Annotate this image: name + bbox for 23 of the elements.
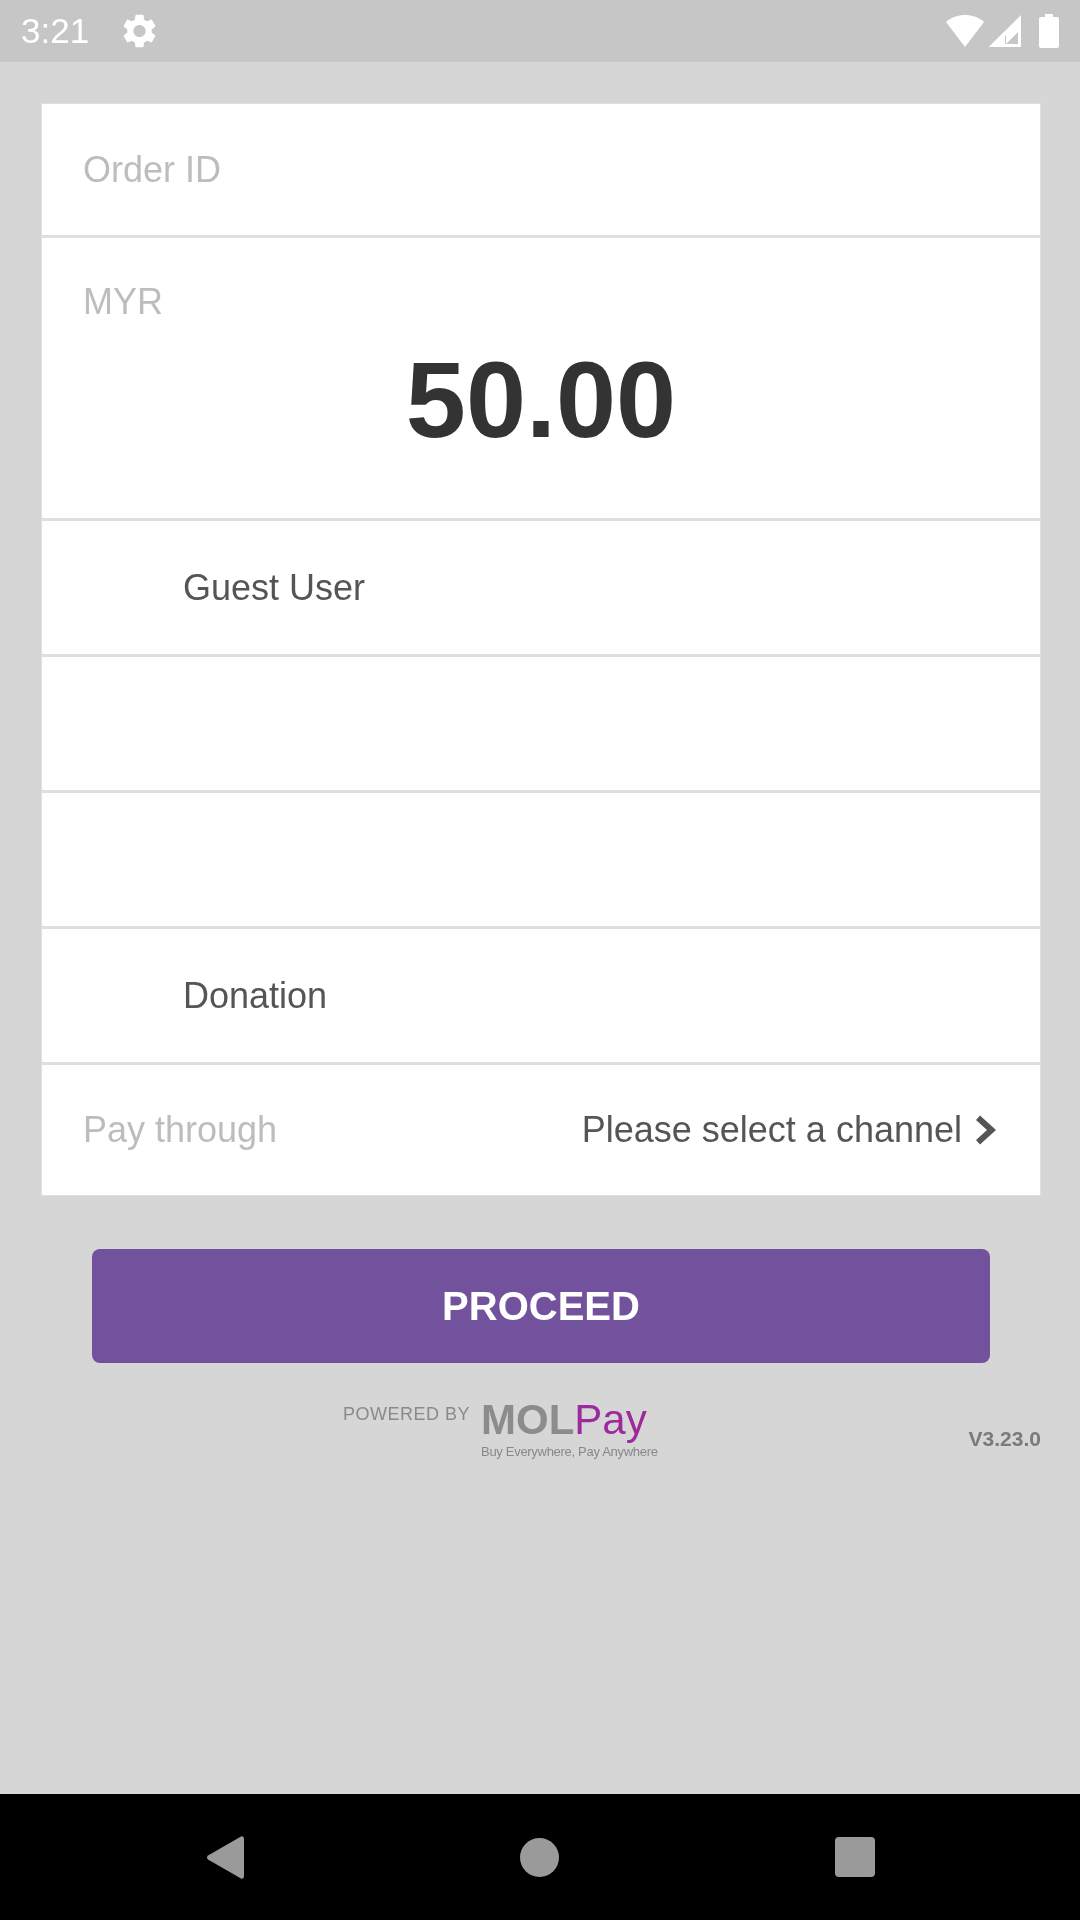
settings-icon bbox=[123, 14, 157, 48]
version-text: V3.23.0 bbox=[968, 1427, 1041, 1451]
input-field[interactable]: Order ID bbox=[42, 104, 1040, 235]
logo-tagline: Buy Everywhere, Pay Anywhere bbox=[481, 1444, 658, 1460]
amount-text: 50.00 bbox=[405, 340, 677, 460]
back-icon[interactable] bbox=[206, 1835, 244, 1879]
input-field[interactable] bbox=[42, 657, 1040, 790]
proceed-button[interactable]: PROCEED bbox=[92, 1249, 990, 1363]
signal-icon bbox=[989, 15, 1021, 47]
battery-icon bbox=[1039, 14, 1059, 48]
powered-by-text: POWERED BY bbox=[343, 1404, 471, 1424]
chevron-right-icon bbox=[974, 1115, 998, 1145]
recent-apps-icon[interactable] bbox=[835, 1837, 875, 1877]
input-field[interactable] bbox=[42, 793, 1040, 926]
channel-select[interactable]: Please select a channel bbox=[581, 1110, 998, 1150]
currency-label: MYR bbox=[83, 282, 163, 322]
logo-wordmark: MOLPay bbox=[481, 1396, 648, 1444]
status-time: 3:21 bbox=[21, 11, 90, 51]
pay-through-label: Pay through bbox=[83, 1110, 278, 1150]
input-field[interactable]: Donation bbox=[42, 929, 1040, 1062]
home-icon[interactable] bbox=[520, 1837, 559, 1877]
input-field[interactable]: Guest User bbox=[42, 521, 1040, 654]
wifi-icon bbox=[946, 15, 984, 47]
